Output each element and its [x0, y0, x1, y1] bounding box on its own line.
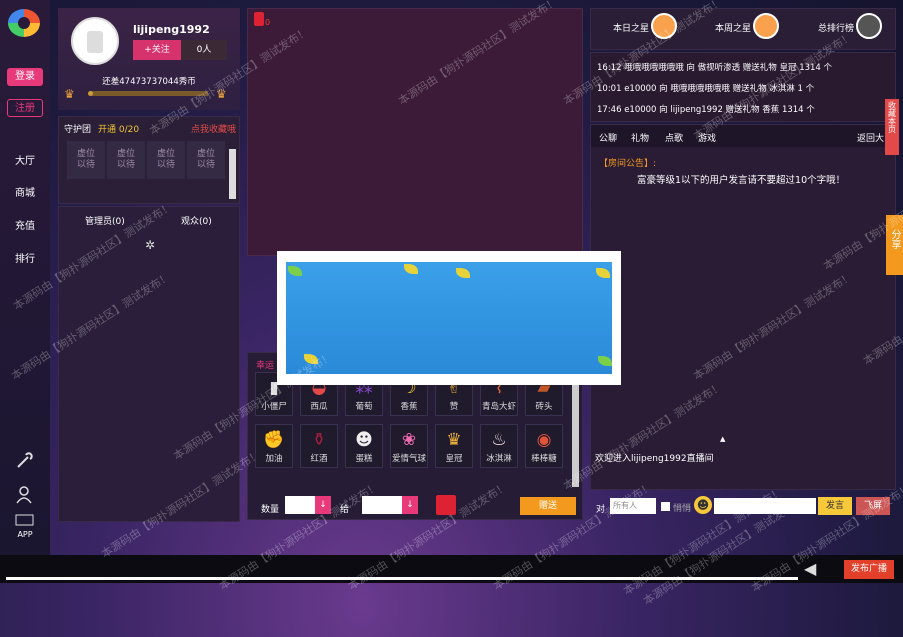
- gift-item[interactable]: ♛ 皇冠: [435, 424, 473, 468]
- favorite-side-tab[interactable]: 收藏本页: [885, 99, 899, 155]
- guard-slot[interactable]: 虚位 以待: [147, 141, 185, 179]
- gift-name: 蛋糕: [355, 454, 373, 464]
- emoji-icon[interactable]: ☻: [694, 496, 712, 514]
- popup-banner-image: [286, 262, 612, 374]
- level-progress-fill: [88, 91, 93, 96]
- guard-open-count[interactable]: 开通 0/20: [98, 122, 139, 135]
- admins-tab[interactable]: 管理员(0): [85, 214, 125, 227]
- anchor-username: lijipeng1992: [133, 23, 210, 36]
- gift-name: 红酒: [310, 454, 328, 464]
- gift-name: 青岛大虾: [481, 402, 516, 412]
- collect-link[interactable]: 点我收藏哦: [191, 122, 236, 135]
- leaf-icon: [456, 268, 470, 278]
- microphone-icon[interactable]: [15, 452, 33, 470]
- nav-item-recharge[interactable]: 充值: [0, 217, 50, 232]
- quantity-label: 数量: [261, 505, 280, 515]
- favorite-side-label: 收藏本页: [887, 101, 897, 133]
- recipient-dropdown-icon[interactable]: ↓: [402, 496, 418, 514]
- announcement-text: 富豪等级1以下的用户发言请不要超过10个字哦！: [637, 175, 846, 186]
- announcement-label: 【房间公告】:: [599, 159, 657, 169]
- panda-icon: ☻: [355, 430, 373, 450]
- chat-send-button[interactable]: 发言: [818, 497, 852, 515]
- leaf-icon: [404, 264, 418, 274]
- red-envelope-count: 0: [265, 18, 271, 27]
- balloon-icon: ❀: [401, 430, 417, 450]
- guard-slot[interactable]: 虚位 以待: [107, 141, 145, 179]
- broadcast-button[interactable]: 发布广播: [844, 560, 894, 579]
- scroll-up-icon[interactable]: ▲: [720, 435, 725, 443]
- audience-tab[interactable]: 观众(0): [181, 214, 212, 227]
- crown-icon: ♛: [446, 430, 462, 450]
- fans-count: 0人: [181, 40, 227, 60]
- week-star-avatar[interactable]: [753, 13, 779, 39]
- guard-title: 守护团: [64, 125, 92, 135]
- app-label[interactable]: APP: [0, 530, 50, 539]
- crown-left-icon: ♛: [64, 87, 75, 101]
- private-checkbox[interactable]: [661, 502, 670, 511]
- gift-message: 17:46 e10000 向 lijipeng1992 赠送礼物 香蕉 1314…: [597, 105, 815, 115]
- send-gift-button[interactable]: 赠送: [520, 497, 576, 515]
- tab-public-chat[interactable]: 公聊: [599, 131, 617, 144]
- nav-item-ranking[interactable]: 排行: [0, 250, 50, 265]
- leaf-icon: [598, 356, 612, 366]
- cheer-icon: ✊: [263, 430, 285, 450]
- gift-name: 砖头: [535, 402, 553, 412]
- gift-tab-lucky[interactable]: 幸运: [256, 358, 274, 371]
- login-button[interactable]: 登录: [7, 68, 43, 86]
- wine-icon: ⚱: [311, 430, 327, 450]
- gift-name: 皇冠: [445, 454, 463, 464]
- red-envelope-icon[interactable]: [254, 12, 264, 26]
- follow-button[interactable]: +关注: [133, 40, 181, 60]
- gift-name: 冰淇淋: [486, 454, 512, 464]
- tab-songs[interactable]: 点歌: [665, 131, 683, 144]
- loading-spinner-icon: ✲: [145, 238, 156, 252]
- gift-name: 香蕉: [400, 402, 418, 412]
- leaf-icon: [596, 268, 610, 278]
- anchor-avatar[interactable]: [71, 17, 119, 65]
- app-logo[interactable]: [8, 9, 40, 37]
- gift-item[interactable]: ☻ 蛋糕: [345, 424, 383, 468]
- back-to-lobby-link[interactable]: 返回大: [857, 131, 884, 144]
- tab-gifts[interactable]: 礼物: [631, 131, 649, 144]
- gift-item[interactable]: ⚱ 红酒: [300, 424, 338, 468]
- nav-item-mall[interactable]: 商城: [0, 184, 50, 199]
- gift-name: 棒棒糖: [531, 454, 557, 464]
- icecream-icon: ♨: [491, 430, 507, 450]
- nav-item-lobby[interactable]: 大厅: [0, 152, 50, 167]
- leaf-icon: [288, 266, 302, 276]
- guard-slot[interactable]: 虚位 以待: [67, 141, 105, 179]
- total-ranking-avatar[interactable]: [856, 13, 882, 39]
- lollipop-icon: ◉: [536, 430, 552, 450]
- gift-item[interactable]: ◉ 棒棒糖: [525, 424, 563, 468]
- app-icon[interactable]: [15, 514, 35, 528]
- register-button[interactable]: 注册: [7, 99, 43, 117]
- gift-item[interactable]: ♨ 冰淇淋: [480, 424, 518, 468]
- gift-name: 爱情气球: [391, 454, 426, 464]
- gift-item[interactable]: ❀ 爱情气球: [390, 424, 428, 468]
- gift-grid: ▮ 小僵尸 ◒ 西瓜 ⁂ 葡萄 ☽ 香蕉 ✌ 赞 ⌇ 青岛大虾 ▰ 砖头 ✊ 加油 ⚱ 红酒 ☻ 蛋糕 ❀ 爱情气球 ♛ 皇冠…: [255, 372, 571, 490]
- gift-name: 赞: [449, 402, 459, 412]
- guard-slot[interactable]: 虚位 以待: [187, 141, 225, 179]
- user-icon[interactable]: [15, 486, 33, 504]
- private-label: 悄悄: [673, 504, 692, 514]
- guard-scrollbar[interactable]: [229, 149, 236, 199]
- gift-name: 葡萄: [355, 402, 373, 412]
- gift-name: 西瓜: [310, 402, 328, 412]
